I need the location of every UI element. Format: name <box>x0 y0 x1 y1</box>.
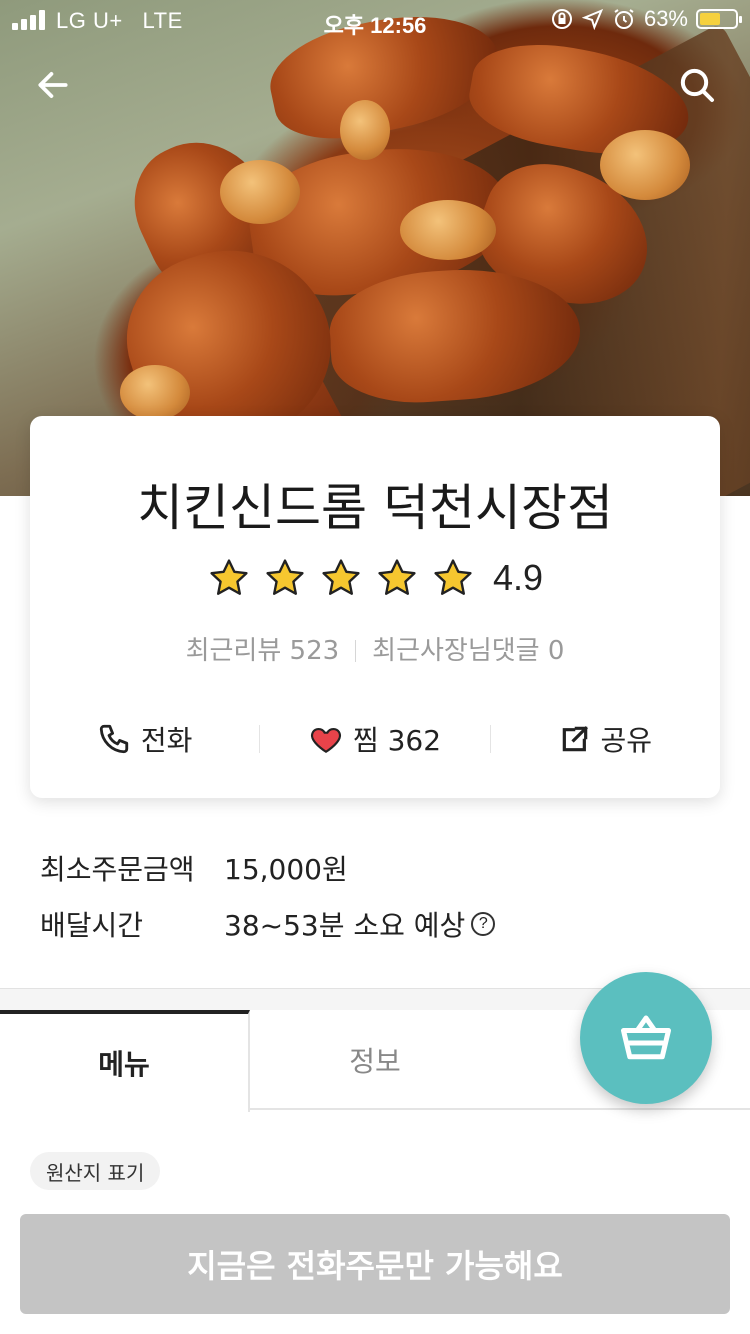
garlic <box>220 160 300 224</box>
status-right: 63% <box>550 6 742 32</box>
shop-info-card: 치킨신드롬 덕천시장점 4.9 최근리뷰 523 최근사장님댓글 0 전화 찜 3… <box>30 416 720 798</box>
favorite-button[interactable]: 찜 362 <box>260 719 489 759</box>
divider <box>355 640 357 662</box>
rating-score: 4.9 <box>492 557 544 598</box>
back-button[interactable] <box>28 60 78 110</box>
search-icon <box>680 68 714 102</box>
star-icon <box>322 559 360 595</box>
arrow-left-icon <box>38 72 68 98</box>
origin-label-chip[interactable]: 원산지 표기 <box>30 1152 161 1190</box>
order-button[interactable]: 지금은 전화주문만 가능해요 <box>20 1214 730 1314</box>
cart-button[interactable] <box>580 972 712 1104</box>
heart-icon <box>310 728 341 753</box>
status-bar: LG U+ LTE 오후 12:56 63% <box>0 0 750 40</box>
owner-replies[interactable]: 최근사장님댓글 0 <box>372 636 564 666</box>
min-order-row: 최소주문금액 15,000원 <box>40 840 495 896</box>
recent-reviews[interactable]: 최근리뷰 523 <box>186 636 340 666</box>
garlic <box>400 200 496 260</box>
basket-icon <box>621 1015 671 1060</box>
garlic <box>120 365 190 420</box>
rotation-lock-icon <box>551 9 572 29</box>
tab-info[interactable]: 정보 <box>250 1010 500 1110</box>
delivery-time-row: 배달시간 38~53분 소요 예상 ? <box>40 896 496 952</box>
star-icon <box>434 559 472 595</box>
shop-name: 치킨신드롬 덕천시장점 <box>137 479 613 537</box>
delivery-time-value: 38~53분 소요 예상 <box>224 909 466 942</box>
tab-menu[interactable]: 메뉴 <box>0 1010 250 1112</box>
alarm-icon <box>614 9 634 29</box>
review-summary: 최근리뷰 523 최근사장님댓글 0 <box>30 630 720 667</box>
action-bar: 전화 찜 362 공유 <box>30 716 720 762</box>
min-order-value: 15,000원 <box>224 853 348 886</box>
delivery-info: 최소주문금액 15,000원 배달시간 38~53분 소요 예상 ? <box>40 840 496 952</box>
help-icon[interactable]: ? <box>471 912 496 936</box>
battery-percent: 63% <box>643 6 688 31</box>
battery-icon <box>696 9 742 29</box>
share-button[interactable]: 공유 <box>491 719 720 759</box>
call-label: 전화 <box>140 724 193 757</box>
share-icon <box>562 726 588 752</box>
min-order-label: 최소주문금액 <box>40 853 195 886</box>
call-button[interactable]: 전화 <box>30 719 259 759</box>
search-button[interactable] <box>672 60 722 110</box>
phone-icon <box>99 724 129 754</box>
location-icon <box>581 8 604 30</box>
garlic <box>600 130 690 200</box>
garlic <box>340 100 390 160</box>
rating: 4.9 <box>30 556 720 600</box>
delivery-time-label: 배달시간 <box>40 909 144 942</box>
star-icon <box>210 559 248 595</box>
star-icon <box>378 559 416 595</box>
star-rating <box>207 556 475 600</box>
favorite-count: 찜 362 <box>352 724 442 757</box>
star-icon <box>266 559 304 595</box>
share-label: 공유 <box>600 724 653 757</box>
